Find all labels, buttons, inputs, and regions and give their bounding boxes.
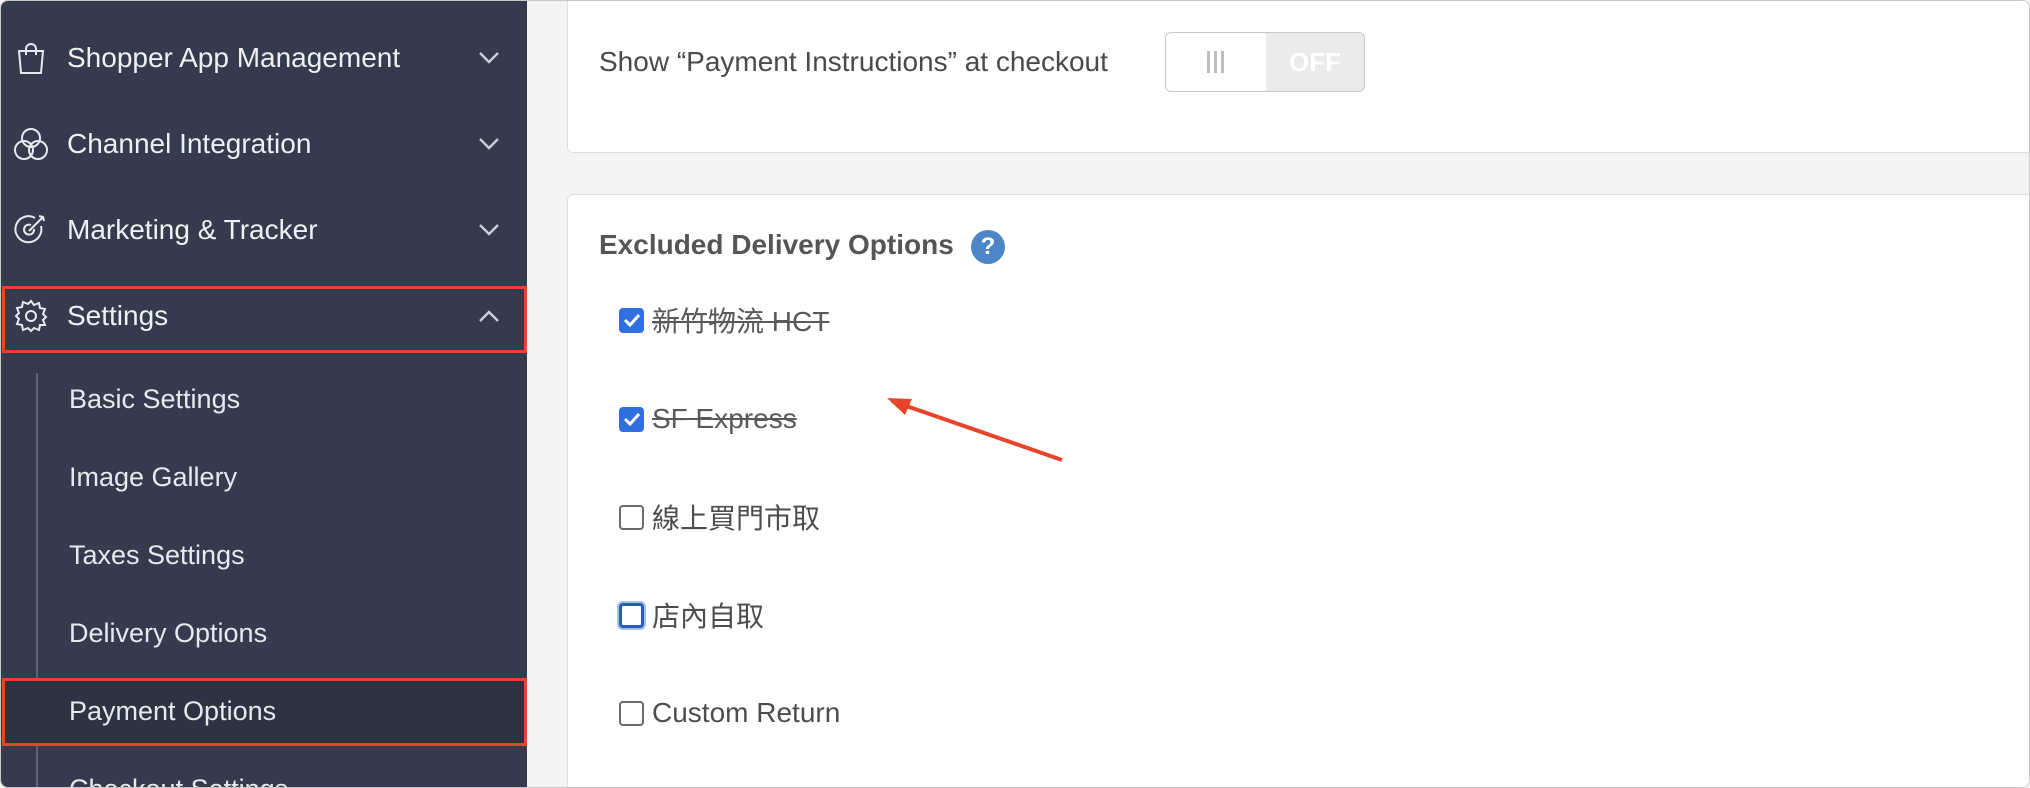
submenu-item-checkout-settings[interactable]: Checkout Settings [38,757,527,788]
sidebar-item-shopper-app-management[interactable]: Shopper App Management [1,23,527,93]
sidebar-item-channel-integration[interactable]: Channel Integration [1,109,527,179]
annotation-arrow-icon [887,398,1063,462]
sidebar-item-label: Marketing & Tracker [67,214,318,245]
sidebar-item-label: Shopper App Management [67,42,401,73]
submenu-item-taxes-settings[interactable]: Taxes Settings [38,523,527,587]
channels-icon [13,126,49,162]
sidebar: Shopper App Management Channel Integrati… [1,1,527,788]
submenu-label: Delivery Options [69,617,268,648]
submenu-label: Taxes Settings [69,539,245,570]
chevron-down-icon [477,218,501,242]
gear-icon [13,298,49,334]
submenu-item-image-gallery[interactable]: Image Gallery [38,445,527,509]
main-content: Show “Payment Instructions” at checkout … [527,1,2029,787]
app-frame: Shopper App Management Channel Integrati… [0,0,2030,788]
target-icon [13,212,49,248]
submenu-item-delivery-options[interactable]: Delivery Options [38,601,527,665]
submenu-item-basic-settings[interactable]: Basic Settings [38,367,527,431]
submenu-label: Basic Settings [69,383,241,414]
sidebar-item-label: Settings [67,300,169,331]
submenu-item-payment-options[interactable]: Payment Options [4,679,524,743]
submenu-label: Image Gallery [69,461,238,492]
sidebar-item-settings[interactable]: Settings [1,281,527,351]
chevron-down-icon [477,46,501,70]
chevron-up-icon [477,304,501,328]
sidebar-item-label: Channel Integration [67,128,312,159]
chevron-down-icon [477,132,501,156]
shopping-bag-icon [13,40,49,76]
submenu-label: Payment Options [69,695,277,726]
sidebar-item-marketing-tracker[interactable]: Marketing & Tracker [1,195,527,265]
submenu-label: Checkout Settings [69,774,288,788]
